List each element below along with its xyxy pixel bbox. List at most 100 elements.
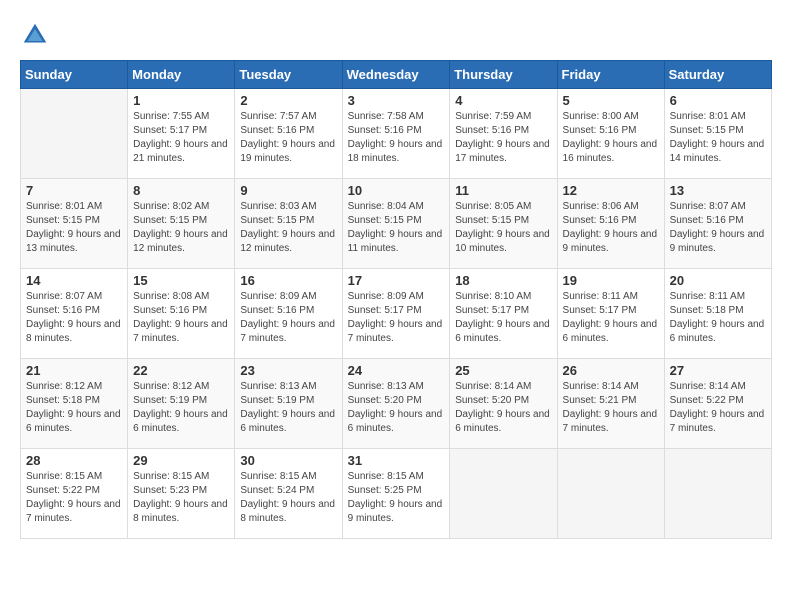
- day-of-week-header: Saturday: [664, 61, 771, 89]
- day-number: 18: [455, 273, 551, 288]
- day-number: 20: [670, 273, 766, 288]
- calendar-day-cell: 12Sunrise: 8:06 AM Sunset: 5:16 PM Dayli…: [557, 179, 664, 269]
- calendar-day-cell: [450, 449, 557, 539]
- calendar-day-cell: 19Sunrise: 8:11 AM Sunset: 5:17 PM Dayli…: [557, 269, 664, 359]
- day-number: 30: [240, 453, 336, 468]
- calendar-week-row: 28 Sunrise: 8:15 AM Sunset: 5:22 PM Dayli…: [21, 449, 772, 539]
- day-number: 7: [26, 183, 122, 198]
- day-info: Sunrise: 8:08 AM Sunset: 5:16 PM Dayligh…: [133, 290, 229, 346]
- calendar-day-cell: [664, 449, 771, 539]
- calendar-week-row: 7 Sunrise: 8:01 AM Sunset: 5:15 PM Daylig…: [21, 179, 772, 269]
- day-info: Sunrise: 8:01 AM Sunset: 5:15 PM Dayligh…: [26, 200, 122, 256]
- day-number: 9: [240, 183, 336, 198]
- calendar-day-cell: 13Sunrise: 8:07 AM Sunset: 5:16 PM Dayli…: [664, 179, 771, 269]
- calendar-day-cell: 20 Sunrise: 8:11 AM Sunset: 5:18 PM Dayli…: [664, 269, 771, 359]
- day-number: 25: [455, 363, 551, 378]
- calendar-day-cell: 4 Sunrise: 7:59 AM Sunset: 5:16 PM Daylig…: [450, 89, 557, 179]
- day-info: Sunrise: 8:15 AM Sunset: 5:23 PM Dayligh…: [133, 470, 229, 526]
- day-number: 26: [563, 363, 659, 378]
- calendar-week-row: 14 Sunrise: 8:07 AM Sunset: 5:16 PM Dayli…: [21, 269, 772, 359]
- calendar-day-cell: 21 Sunrise: 8:12 AM Sunset: 5:18 PM Dayli…: [21, 359, 128, 449]
- day-number: 23: [240, 363, 336, 378]
- day-number: 14: [26, 273, 122, 288]
- calendar-day-cell: 22Sunrise: 8:12 AM Sunset: 5:19 PM Dayli…: [128, 359, 235, 449]
- calendar-day-cell: 6Sunrise: 8:01 AM Sunset: 5:15 PM Daylig…: [664, 89, 771, 179]
- day-number: 10: [348, 183, 445, 198]
- day-info: Sunrise: 8:15 AM Sunset: 5:22 PM Dayligh…: [26, 470, 122, 526]
- calendar-day-cell: 28 Sunrise: 8:15 AM Sunset: 5:22 PM Dayli…: [21, 449, 128, 539]
- day-info: Sunrise: 8:07 AM Sunset: 5:16 PM Dayligh…: [26, 290, 122, 346]
- day-number: 8: [133, 183, 229, 198]
- day-number: 27: [670, 363, 766, 378]
- calendar-day-cell: 16 Sunrise: 8:09 AM Sunset: 5:16 PM Dayli…: [235, 269, 342, 359]
- calendar-day-cell: 18 Sunrise: 8:10 AM Sunset: 5:17 PM Dayli…: [450, 269, 557, 359]
- day-info: Sunrise: 8:14 AM Sunset: 5:22 PM Dayligh…: [670, 380, 766, 436]
- day-of-week-header: Sunday: [21, 61, 128, 89]
- day-of-week-header: Friday: [557, 61, 664, 89]
- day-number: 29: [133, 453, 229, 468]
- day-info: Sunrise: 8:00 AM Sunset: 5:16 PM Dayligh…: [563, 110, 659, 166]
- day-info: Sunrise: 8:04 AM Sunset: 5:15 PM Dayligh…: [348, 200, 445, 256]
- day-info: Sunrise: 8:15 AM Sunset: 5:24 PM Dayligh…: [240, 470, 336, 526]
- day-info: Sunrise: 8:11 AM Sunset: 5:18 PM Dayligh…: [670, 290, 766, 346]
- day-of-week-header: Thursday: [450, 61, 557, 89]
- calendar-header-row: SundayMondayTuesdayWednesdayThursdayFrid…: [21, 61, 772, 89]
- calendar-day-cell: 23 Sunrise: 8:13 AM Sunset: 5:19 PM Dayli…: [235, 359, 342, 449]
- logo-icon: [20, 20, 50, 50]
- calendar-day-cell: 8 Sunrise: 8:02 AM Sunset: 5:15 PM Daylig…: [128, 179, 235, 269]
- day-info: Sunrise: 8:07 AM Sunset: 5:16 PM Dayligh…: [670, 200, 766, 256]
- day-info: Sunrise: 8:14 AM Sunset: 5:20 PM Dayligh…: [455, 380, 551, 436]
- calendar-day-cell: 14 Sunrise: 8:07 AM Sunset: 5:16 PM Dayli…: [21, 269, 128, 359]
- day-number: 11: [455, 183, 551, 198]
- calendar-day-cell: 31Sunrise: 8:15 AM Sunset: 5:25 PM Dayli…: [342, 449, 450, 539]
- day-number: 2: [240, 93, 336, 108]
- day-info: Sunrise: 8:13 AM Sunset: 5:20 PM Dayligh…: [348, 380, 445, 436]
- calendar-day-cell: 10 Sunrise: 8:04 AM Sunset: 5:15 PM Dayli…: [342, 179, 450, 269]
- day-number: 17: [348, 273, 445, 288]
- day-number: 4: [455, 93, 551, 108]
- calendar-day-cell: 3 Sunrise: 7:58 AM Sunset: 5:16 PM Daylig…: [342, 89, 450, 179]
- calendar-day-cell: 15 Sunrise: 8:08 AM Sunset: 5:16 PM Dayli…: [128, 269, 235, 359]
- calendar-day-cell: 7 Sunrise: 8:01 AM Sunset: 5:15 PM Daylig…: [21, 179, 128, 269]
- day-of-week-header: Wednesday: [342, 61, 450, 89]
- day-info: Sunrise: 7:55 AM Sunset: 5:17 PM Dayligh…: [133, 110, 229, 166]
- calendar-day-cell: 24 Sunrise: 8:13 AM Sunset: 5:20 PM Dayli…: [342, 359, 450, 449]
- calendar-body: 1 Sunrise: 7:55 AM Sunset: 5:17 PM Daylig…: [21, 89, 772, 539]
- day-number: 21: [26, 363, 122, 378]
- day-number: 24: [348, 363, 445, 378]
- day-number: 15: [133, 273, 229, 288]
- calendar-day-cell: 27 Sunrise: 8:14 AM Sunset: 5:22 PM Dayli…: [664, 359, 771, 449]
- logo: [20, 20, 54, 50]
- calendar-day-cell: 1 Sunrise: 7:55 AM Sunset: 5:17 PM Daylig…: [128, 89, 235, 179]
- day-info: Sunrise: 7:58 AM Sunset: 5:16 PM Dayligh…: [348, 110, 445, 166]
- day-info: Sunrise: 8:02 AM Sunset: 5:15 PM Dayligh…: [133, 200, 229, 256]
- day-number: 6: [670, 93, 766, 108]
- day-info: Sunrise: 8:11 AM Sunset: 5:17 PM Dayligh…: [563, 290, 659, 346]
- calendar-week-row: 21 Sunrise: 8:12 AM Sunset: 5:18 PM Dayli…: [21, 359, 772, 449]
- calendar-day-cell: 2Sunrise: 7:57 AM Sunset: 5:16 PM Daylig…: [235, 89, 342, 179]
- day-info: Sunrise: 8:03 AM Sunset: 5:15 PM Dayligh…: [240, 200, 336, 256]
- day-info: Sunrise: 7:59 AM Sunset: 5:16 PM Dayligh…: [455, 110, 551, 166]
- day-number: 5: [563, 93, 659, 108]
- calendar-day-cell: 25 Sunrise: 8:14 AM Sunset: 5:20 PM Dayli…: [450, 359, 557, 449]
- day-number: 3: [348, 93, 445, 108]
- day-number: 1: [133, 93, 229, 108]
- page-header: [20, 20, 772, 50]
- calendar-day-cell: 9 Sunrise: 8:03 AM Sunset: 5:15 PM Daylig…: [235, 179, 342, 269]
- calendar-day-cell: 17Sunrise: 8:09 AM Sunset: 5:17 PM Dayli…: [342, 269, 450, 359]
- day-info: Sunrise: 8:10 AM Sunset: 5:17 PM Dayligh…: [455, 290, 551, 346]
- day-info: Sunrise: 8:14 AM Sunset: 5:21 PM Dayligh…: [563, 380, 659, 436]
- day-info: Sunrise: 8:09 AM Sunset: 5:16 PM Dayligh…: [240, 290, 336, 346]
- day-of-week-header: Monday: [128, 61, 235, 89]
- day-number: 22: [133, 363, 229, 378]
- calendar-week-row: 1 Sunrise: 7:55 AM Sunset: 5:17 PM Daylig…: [21, 89, 772, 179]
- day-info: Sunrise: 8:05 AM Sunset: 5:15 PM Dayligh…: [455, 200, 551, 256]
- day-info: Sunrise: 8:12 AM Sunset: 5:18 PM Dayligh…: [26, 380, 122, 436]
- day-number: 28: [26, 453, 122, 468]
- day-info: Sunrise: 8:13 AM Sunset: 5:19 PM Dayligh…: [240, 380, 336, 436]
- day-number: 16: [240, 273, 336, 288]
- calendar-day-cell: 5 Sunrise: 8:00 AM Sunset: 5:16 PM Daylig…: [557, 89, 664, 179]
- day-of-week-header: Tuesday: [235, 61, 342, 89]
- day-number: 12: [563, 183, 659, 198]
- day-info: Sunrise: 8:15 AM Sunset: 5:25 PM Dayligh…: [348, 470, 445, 526]
